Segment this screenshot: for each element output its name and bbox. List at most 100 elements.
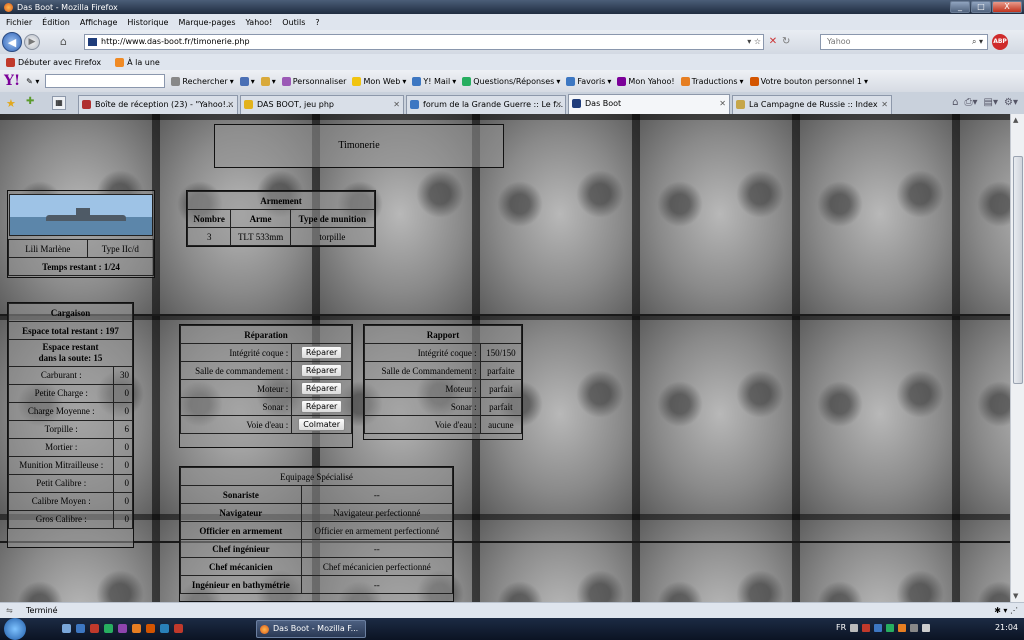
search-icon[interactable]: ⌕ ▾ — [972, 35, 983, 49]
reparation-panel: Réparation Intégrité coque : Réparer Sall… — [179, 324, 353, 448]
reparation-title: Réparation — [180, 325, 352, 344]
reparer-moteur-button[interactable]: Réparer — [300, 382, 343, 395]
app-icon[interactable] — [160, 624, 169, 633]
page-viewport: Timonerie Lili Marlène Type IIc/d Temps … — [0, 114, 1010, 602]
yahoo-toolbar: Y! ✎ ▾ Rechercher ▾ ▾ ▾ Personnaliser Mo… — [0, 70, 1024, 92]
scrollbar-thumb[interactable] — [1013, 156, 1023, 384]
yahoo-favoris[interactable]: Favoris ▾ — [566, 76, 611, 86]
menu-outils[interactable]: Outils — [282, 18, 305, 27]
menu-marque-pages[interactable]: Marque-pages — [178, 18, 235, 27]
print-icon[interactable]: ⎙▾ — [965, 97, 978, 108]
tab-close-icon[interactable]: ✕ — [227, 96, 234, 113]
app-icon[interactable] — [174, 624, 183, 633]
adblock-icon[interactable]: ABP — [992, 34, 1008, 50]
tab-yahoo-mail[interactable]: Boîte de réception (23) - "Yahoo!... ✕ — [78, 95, 238, 114]
gear-icon[interactable]: ⚙▾ — [1004, 97, 1018, 108]
desktop-icon[interactable] — [62, 624, 71, 633]
reparer-coque-button[interactable]: Réparer — [300, 346, 343, 359]
yahoo-search-input[interactable] — [45, 74, 166, 88]
menu-edition[interactable]: Édition — [42, 18, 70, 27]
tray-icon[interactable] — [886, 623, 895, 632]
page-icon[interactable]: ▤▾ — [984, 97, 998, 108]
close-button[interactable]: X — [992, 1, 1022, 13]
scroll-down-icon[interactable]: ▼ — [1013, 592, 1018, 600]
menu-yahoo[interactable]: Yahoo! — [246, 18, 273, 27]
tab-das-boot-jeu[interactable]: DAS BOOT, jeu php ✕ — [240, 95, 404, 114]
menu-fichier[interactable]: Fichier — [6, 18, 32, 27]
scroll-up-icon[interactable]: ▲ — [1013, 116, 1018, 124]
yahoo-mon-yahoo[interactable]: Mon Yahoo! — [617, 76, 675, 86]
mail-icon[interactable]: ▾ — [260, 76, 276, 86]
table-row: Munition Mitrailleuse :0 — [7, 455, 133, 475]
tab-das-boot[interactable]: Das Boot ✕ — [568, 94, 730, 114]
table-row: Gros Calibre :0 — [7, 509, 133, 529]
menu-affichage[interactable]: Affichage — [80, 18, 118, 27]
table-row: Sonar : parfait — [364, 397, 523, 416]
url-bar[interactable]: http://www.das-boot.fr/timonerie.php ▾ ☆ — [84, 34, 764, 50]
explorer-icon[interactable] — [76, 624, 85, 633]
yahoo-traductions[interactable]: Traductions ▾ — [680, 76, 744, 86]
tab-list-icon[interactable]: ▦ — [52, 96, 66, 110]
pencil-icon[interactable]: ✎ ▾ — [26, 77, 39, 86]
vertical-scrollbar[interactable]: ▲ ▼ — [1010, 114, 1024, 602]
menu-help[interactable]: ? — [315, 18, 319, 27]
table-row: Torpille :6 — [7, 419, 133, 439]
app-icon[interactable] — [118, 624, 127, 633]
star-icon[interactable]: ★ — [6, 97, 16, 110]
reparer-sonar-button[interactable]: Réparer — [300, 400, 343, 413]
yahoo-mon-web[interactable]: Mon Web ▾ — [352, 76, 406, 86]
stop-icon[interactable]: ✕ — [766, 35, 780, 49]
tray-icon[interactable] — [850, 623, 859, 632]
home-page-icon[interactable]: ⌂ — [952, 97, 958, 108]
table-row: Sonar : Réparer — [179, 397, 352, 416]
reload-icon[interactable]: ↻ — [782, 35, 796, 49]
yahoo-tab-icon — [82, 100, 91, 109]
tray-icon[interactable] — [898, 623, 907, 632]
minimize-button[interactable]: _ — [950, 1, 970, 13]
yahoo-logo[interactable]: Y! — [4, 73, 20, 89]
time-left: Temps restant : 1/24 — [8, 257, 154, 276]
resize-grip-icon[interactable]: ✱ ▾ ⋰ — [994, 603, 1018, 618]
tray-icon[interactable] — [862, 623, 871, 632]
table-row: Voie d'eau : Colmater — [179, 415, 352, 434]
maximize-button[interactable]: □ — [971, 1, 991, 13]
tab-campagne-russie[interactable]: La Campagne de Russie :: Index ✕ — [732, 95, 892, 114]
menu-historique[interactable]: Historique — [127, 18, 168, 27]
yahoo-mail[interactable]: Y! Mail ▾ — [412, 76, 456, 86]
tab-close-icon[interactable]: ✕ — [393, 96, 400, 113]
yahoo-rechercher[interactable]: Rechercher ▾ — [171, 76, 234, 86]
addon-icon[interactable]: ✚ — [26, 96, 34, 107]
colmater-button[interactable]: Colmater — [298, 418, 346, 431]
cargaison-panel: Cargaison Espace total restant : 197 Esp… — [7, 302, 134, 548]
app-icon[interactable] — [90, 624, 99, 633]
forward-button[interactable]: ▶ — [24, 34, 40, 50]
back-button[interactable]: ◀ — [2, 32, 22, 52]
yahoo-bouton-perso[interactable]: Votre bouton personnel 1 ▾ — [749, 76, 868, 86]
search-input[interactable]: Yahoo ⌕ ▾ — [820, 34, 988, 50]
app-icon[interactable] — [132, 624, 141, 633]
home-icon[interactable]: ⌂ — [60, 35, 74, 49]
yahoo-personnaliser[interactable]: Personnaliser — [281, 76, 346, 86]
clock[interactable]: 21:04 — [995, 623, 1018, 632]
bookmark-debuter[interactable]: Débuter avec Firefox — [6, 57, 101, 67]
taskbar: Das Boot - Mozilla F... FR 21:04 — [0, 618, 1024, 640]
yahoo-questions[interactable]: Questions/Réponses ▾ — [462, 76, 560, 86]
table-row: Petit Calibre :0 — [7, 473, 133, 493]
start-button[interactable] — [4, 618, 26, 640]
volume-icon[interactable] — [922, 623, 931, 632]
shield-icon[interactable]: ▾ — [239, 76, 255, 86]
app-icon[interactable] — [104, 624, 113, 633]
firefox-icon — [260, 625, 269, 634]
tray-icon[interactable] — [874, 623, 883, 632]
tab-close-icon[interactable]: ✕ — [555, 96, 562, 113]
firefox-launch-icon[interactable] — [146, 624, 155, 633]
bookmark-a-la-une[interactable]: À la une — [115, 57, 160, 67]
url-dropdown-icon[interactable]: ▾ ☆ — [747, 35, 761, 49]
network-icon[interactable] — [910, 623, 919, 632]
language-indicator[interactable]: FR — [836, 623, 846, 632]
tab-forum-grande-guerre[interactable]: forum de la Grande Guerre :: Le f... ✕ — [406, 95, 566, 114]
taskbar-firefox-button[interactable]: Das Boot - Mozilla F... — [256, 620, 366, 638]
reparer-commandement-button[interactable]: Réparer — [300, 364, 343, 377]
tab-close-icon[interactable]: ✕ — [719, 95, 726, 112]
tab-close-icon[interactable]: ✕ — [881, 96, 888, 113]
